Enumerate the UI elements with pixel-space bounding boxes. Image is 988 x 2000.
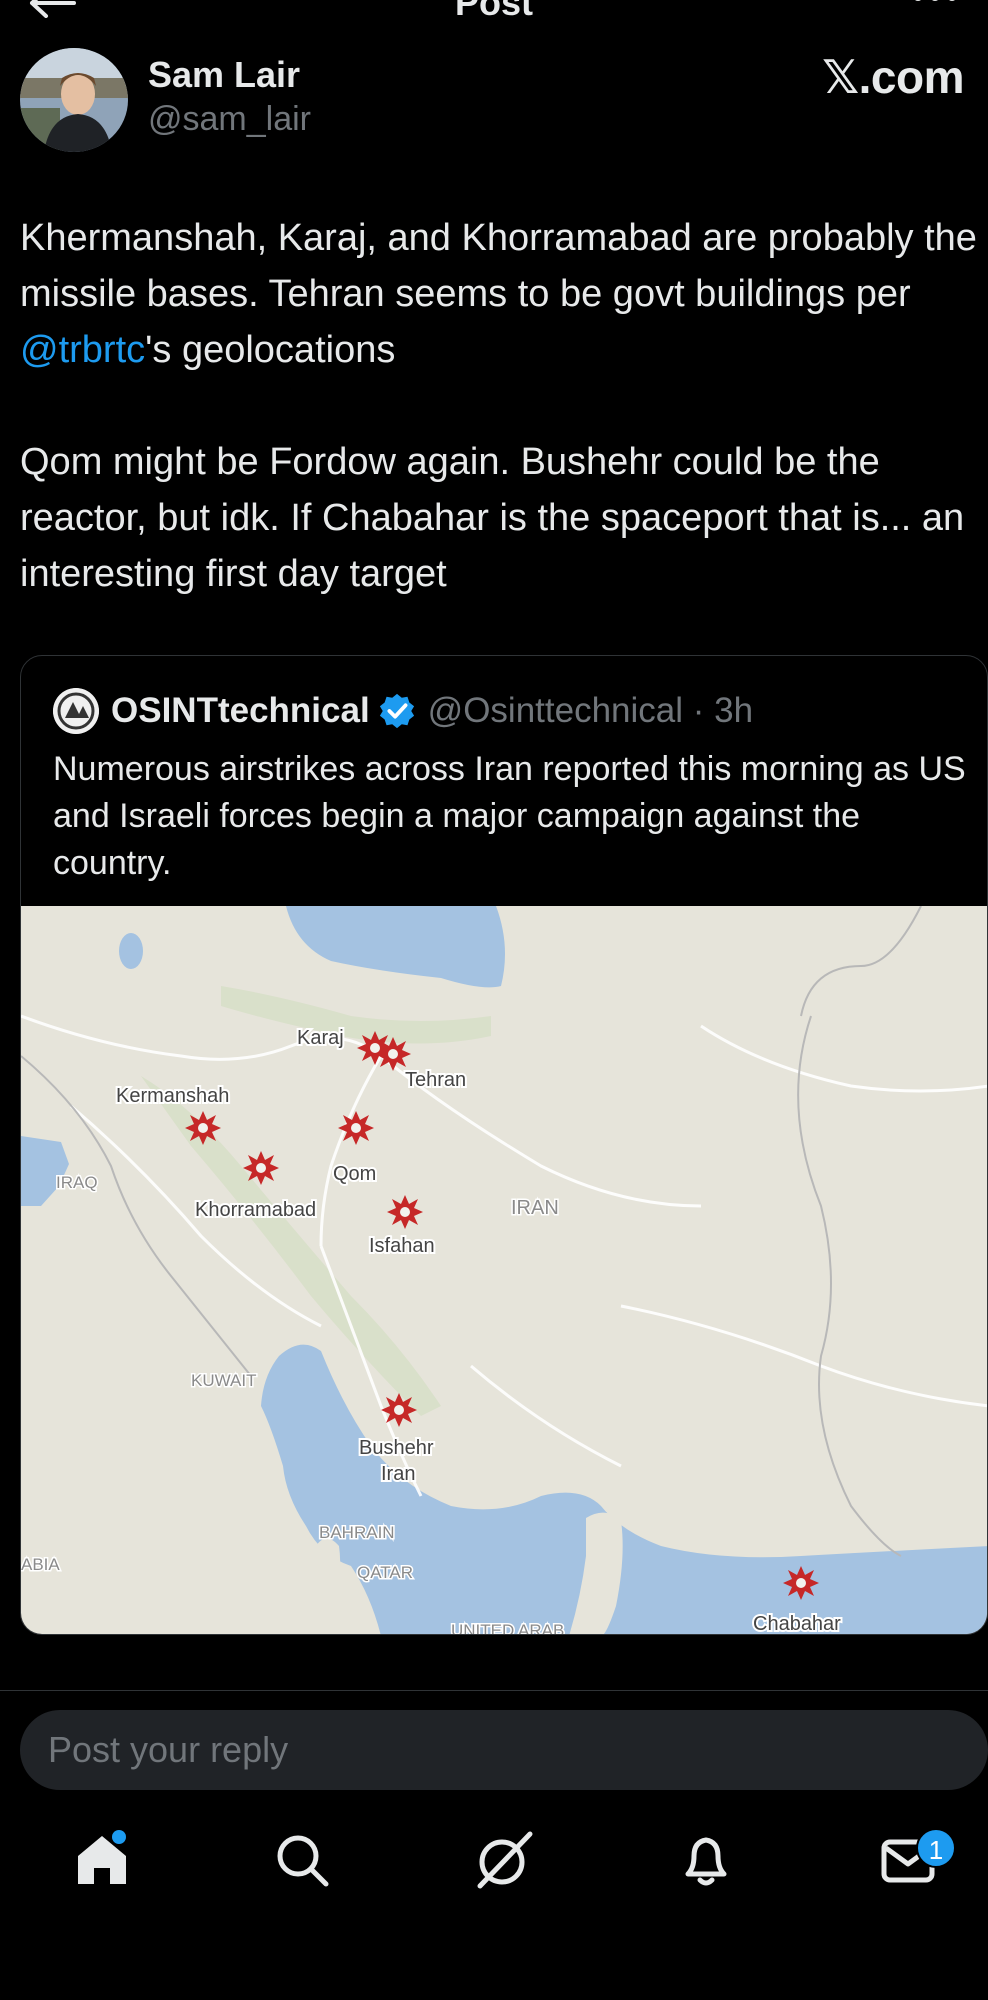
map-label-kermanshah: Kermanshah: [116, 1085, 229, 1107]
map-label-karaj: Karaj: [297, 1027, 344, 1049]
quoted-handle-time: @Osinttechnical · 3h: [427, 691, 754, 730]
post-paragraph-2: Qom might be Fordow again. Bushehr could…: [20, 441, 965, 595]
tab-notifications[interactable]: [674, 1828, 738, 1892]
map-label-qatar: QATAR: [357, 1563, 413, 1582]
author-name[interactable]: Sam Lair: [148, 54, 300, 96]
grok-icon: [477, 1831, 533, 1889]
post-text-part: Khermanshah, Karaj, and Khorramabad are …: [20, 217, 977, 315]
quoted-post-card[interactable]: OSINTtechnical @Osinttechnical · 3h Nume…: [20, 655, 988, 1635]
divider: [0, 1690, 988, 1691]
top-nav-bar: Post: [0, 0, 988, 30]
home-unread-dot: [112, 1830, 126, 1844]
map-label-uae: UNITED ARAB: [451, 1621, 564, 1635]
map-label-bushehr-iran: Iran: [381, 1463, 415, 1485]
iran-strike-map[interactable]: Karaj Tehran Kermanshah Qom Khorramabad …: [21, 906, 988, 1635]
author-avatar[interactable]: [20, 48, 128, 152]
post-body: Khermanshah, Karaj, and Khorramabad are …: [20, 210, 980, 658]
post-paragraph-1: Khermanshah, Karaj, and Khorramabad are …: [20, 210, 980, 378]
map-label-qom: Qom: [333, 1163, 376, 1185]
tab-search[interactable]: [270, 1828, 334, 1892]
reply-box[interactable]: [20, 1710, 988, 1790]
author-handle[interactable]: @sam_lair: [148, 100, 311, 139]
mention-link[interactable]: @trbrtc: [20, 329, 145, 371]
map-label-khorramabad: Khorramabad: [195, 1199, 316, 1221]
bell-icon: [685, 1837, 727, 1886]
map-label-bushehr: Bushehr: [359, 1437, 434, 1459]
map-label-iran: IRAN: [511, 1197, 559, 1219]
post-text-part: 's geolocations: [145, 329, 396, 371]
map-label-chabahar: Chabahar: [753, 1613, 841, 1635]
quoted-post-text: Numerous airstrikes across Iran reported…: [53, 750, 966, 882]
lake: [119, 933, 143, 969]
reply-input[interactable]: [48, 1724, 948, 1776]
map-label-tehran: Tehran: [405, 1069, 466, 1091]
search-icon: [277, 1835, 329, 1887]
map-label-isfahan: Isfahan: [369, 1235, 435, 1257]
quoted-post-header: OSINTtechnical @Osinttechnical · 3h: [53, 686, 753, 736]
map-label-iraq: IRAQ: [56, 1173, 98, 1192]
verified-badge-icon: [379, 693, 414, 729]
x-logo-text: 𝕏.com: [822, 51, 964, 103]
messages-badge: 1: [916, 1828, 956, 1868]
page-title: Post: [454, 0, 533, 23]
tab-grok[interactable]: [472, 1828, 536, 1892]
map-label-kuwait: KUWAIT: [191, 1371, 256, 1390]
map-label-bahrain: BAHRAIN: [319, 1523, 395, 1542]
quoted-author-name: OSINTtechnical: [111, 691, 370, 730]
more-options-icon[interactable]: [910, 0, 960, 10]
quoted-author-avatar: [53, 688, 99, 734]
map-label-abia: ABIA: [21, 1555, 60, 1574]
